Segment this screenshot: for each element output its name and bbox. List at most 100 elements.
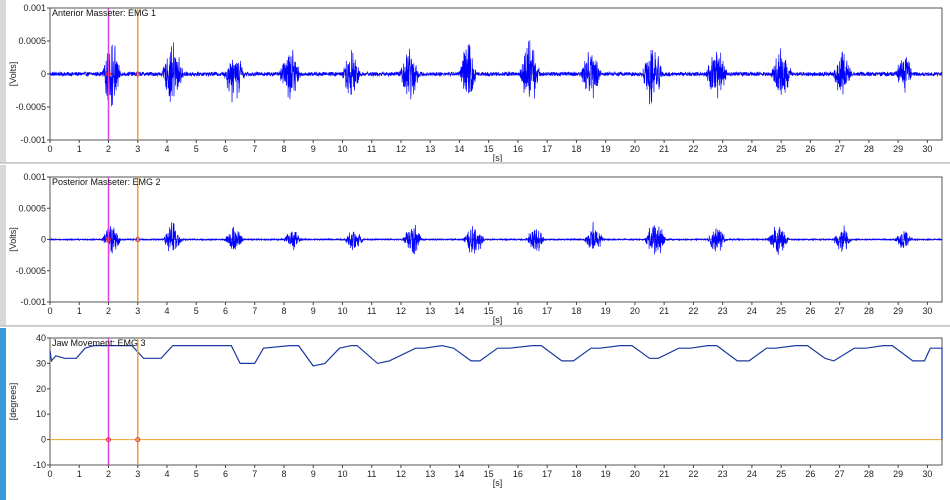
x-tick-label: 18 [571, 144, 581, 154]
x-tick-label: 10 [337, 144, 347, 154]
x-tick-label: 4 [164, 306, 169, 316]
x-tick-label: 4 [164, 469, 169, 479]
x-tick-label: 18 [571, 469, 581, 479]
x-tick-label: 16 [513, 306, 523, 316]
x-tick-label: 14 [454, 306, 464, 316]
x-tick-label: 18 [571, 306, 581, 316]
emg3-panel: 40 30 20 10 0 -10 0 1 2 3 4 5 6 7 8 9 10 11 12 13 14 15 16 17 18… [0, 328, 950, 500]
panel-title: Posterior Masseter: EMG 2 [52, 177, 161, 187]
x-tick-label: 28 [864, 144, 874, 154]
y-axis-label: [Volts] [8, 227, 18, 252]
y-tick-label: 0 [41, 235, 46, 245]
y-tick-label: -10 [33, 460, 46, 470]
x-tick-label: 20 [630, 306, 640, 316]
x-tick-label: 21 [659, 469, 669, 479]
x-tick-label: 26 [805, 306, 815, 316]
x-axis-label: [s] [493, 153, 503, 162]
x-tick-label: 6 [223, 306, 228, 316]
x-tick-label: 29 [893, 469, 903, 479]
x-tick-label: 0 [47, 144, 52, 154]
x-tick-label: 25 [776, 306, 786, 316]
emg2-chart: 0.0010.00050-0.0005-0.0010 1 2 3 4 5 6 7 8 9 10 11 1… [8, 172, 943, 325]
x-tick-label: 22 [688, 306, 698, 316]
x-tick-label: 8 [281, 144, 286, 154]
x-tick-label: 22 [688, 469, 698, 479]
y-tick-label: 10 [36, 409, 46, 419]
x-tick-label: 14 [454, 144, 464, 154]
x-tick-label: 19 [601, 469, 611, 479]
x-tick-label: 14 [454, 469, 464, 479]
x-tick-label: 27 [835, 306, 845, 316]
x-tick-label: 3 [135, 306, 140, 316]
x-tick-label: 4 [164, 144, 169, 154]
x-tick-label: 21 [659, 306, 669, 316]
x-tick-label: 5 [194, 306, 199, 316]
panel-title: Anterior Masseter: EMG 1 [52, 8, 156, 18]
emg1-panel: 0.001 0.0005 0 -0.0005 -0.001 0 1 2 3 4 5 6 7 8 9 10 11 1… [0, 0, 950, 162]
y-tick-label: -0.001 [20, 135, 46, 145]
panel-selector[interactable] [0, 165, 6, 325]
x-tick-label: 17 [542, 144, 552, 154]
x-tick-label: 12 [396, 306, 406, 316]
x-tick-label: 20 [630, 469, 640, 479]
x-tick-label: 3 [135, 469, 140, 479]
emg1-chart: 0.0010.00050-0.0005-0.0010 1 2 3 4 5 6 7 8 9 10 11 1… [8, 3, 943, 162]
x-tick-label: 17 [542, 306, 552, 316]
x-tick-label: 7 [252, 306, 257, 316]
x-tick-label: 1 [77, 469, 82, 479]
x-tick-label: 10 [337, 469, 347, 479]
y-axis-label: [degrees] [8, 383, 18, 421]
x-tick-label: 30 [922, 469, 932, 479]
x-tick-label: 2 [106, 469, 111, 479]
x-tick-label: 25 [776, 144, 786, 154]
x-tick-label: 19 [601, 306, 611, 316]
x-tick-label: 8 [281, 469, 286, 479]
x-tick-label: 13 [425, 306, 435, 316]
y-tick-label: 40 [36, 333, 46, 343]
x-tick-label: 24 [747, 469, 757, 479]
x-tick-label: 25 [776, 469, 786, 479]
x-tick-label: 24 [747, 306, 757, 316]
y-tick-label: 0 [41, 69, 46, 79]
x-tick-label: 1 [77, 144, 82, 154]
emg2-panel: 0.001 0.0005 0 -0.0005 -0.001 0 1 2 3 4 5 6 7 8 9 10 11 1… [0, 165, 950, 325]
y-tick-label: 0.0005 [18, 203, 46, 213]
x-tick-label: 26 [805, 469, 815, 479]
x-tick-label: 5 [194, 469, 199, 479]
panel-selector-active[interactable] [0, 328, 6, 500]
x-tick-label: 2 [106, 306, 111, 316]
x-tick-label: 22 [688, 144, 698, 154]
x-tick-label: 11 [367, 469, 376, 479]
x-tick-label: 6 [223, 469, 228, 479]
panel-title: Jaw Movement: EMG 3 [52, 338, 146, 348]
x-tick-label: 27 [835, 469, 845, 479]
plot-frame [49, 337, 943, 466]
x-tick-label: 19 [601, 144, 611, 154]
x-tick-label: 29 [893, 144, 903, 154]
x-tick-label: 27 [835, 144, 845, 154]
y-tick-label: -0.0005 [15, 266, 46, 276]
x-tick-label: 17 [542, 469, 552, 479]
x-tick-label: 28 [864, 469, 874, 479]
y-tick-label: -0.0005 [15, 102, 46, 112]
x-tick-label: 9 [311, 469, 316, 479]
y-tick-label: 0 [41, 435, 46, 445]
x-tick-label: 26 [805, 144, 815, 154]
x-tick-label: 12 [396, 144, 406, 154]
x-tick-label: 1 [77, 306, 82, 316]
x-tick-label: 13 [425, 144, 435, 154]
x-tick-label: 23 [718, 144, 728, 154]
x-tick-label: 9 [311, 306, 316, 316]
x-tick-label: 16 [513, 469, 523, 479]
x-tick-label: 28 [864, 306, 874, 316]
x-tick-label: 23 [718, 469, 728, 479]
x-tick-label: 16 [513, 144, 523, 154]
x-tick-label: 0 [47, 469, 52, 479]
panel-selector[interactable] [0, 0, 6, 162]
x-tick-label: 12 [396, 469, 406, 479]
x-tick-label: 7 [252, 469, 257, 479]
x-tick-label: 5 [194, 144, 199, 154]
x-tick-label: 21 [659, 144, 669, 154]
x-tick-label: 30 [922, 306, 932, 316]
y-tick-label: 20 [36, 384, 46, 394]
